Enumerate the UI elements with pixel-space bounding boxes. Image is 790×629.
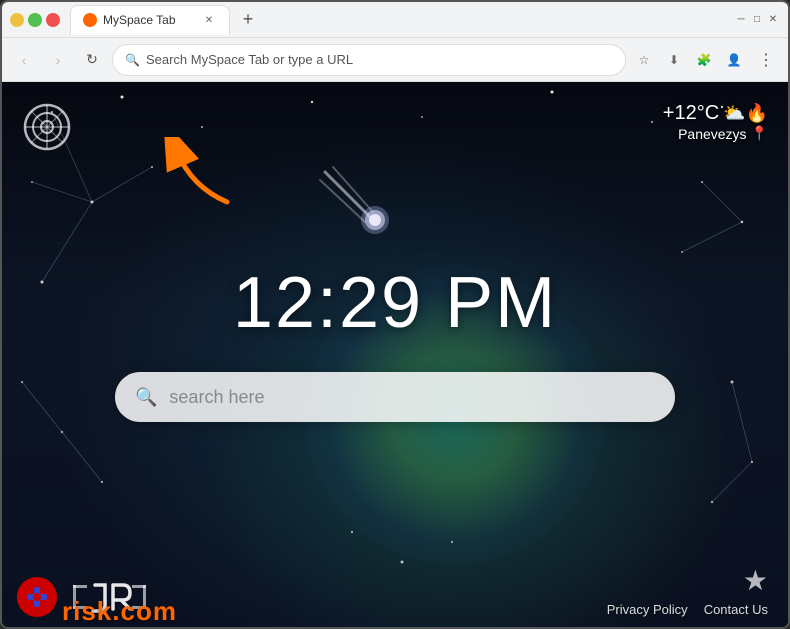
minimize-button[interactable]	[10, 13, 24, 27]
risk-watermark: risk.com	[62, 596, 177, 627]
contact-us-link[interactable]: Contact Us	[704, 602, 768, 617]
search-bar[interactable]: 🔍 search here	[115, 372, 675, 422]
search-prefix-icon: 🔍	[125, 53, 140, 67]
maximize-button[interactable]	[28, 13, 42, 27]
extensions-button[interactable]: 🧩	[692, 48, 716, 72]
bookmark-button[interactable]: ☆	[632, 48, 656, 72]
address-bar[interactable]: 🔍 Search MySpace Tab or type a URL	[112, 44, 626, 76]
download-button[interactable]: ⬇	[662, 48, 686, 72]
maximize-icon[interactable]: □	[750, 13, 764, 27]
star-icon: ★	[743, 564, 768, 597]
tab-favicon	[83, 13, 97, 27]
weather-temperature: +12°C ⛅🔥	[663, 102, 768, 125]
privacy-policy-link[interactable]: Privacy Policy	[607, 602, 688, 617]
search-placeholder: search here	[169, 387, 655, 408]
footer-links: Privacy Policy Contact Us	[607, 602, 768, 617]
close-button[interactable]	[46, 13, 60, 27]
window-right-controls: ─ □ ✕	[734, 13, 780, 27]
forward-button[interactable]: ›	[44, 46, 72, 74]
refresh-button[interactable]: ↻	[78, 46, 106, 74]
weather-widget: +12°C ⛅🔥 Panevezys 📍	[663, 102, 768, 142]
logo-top-left	[22, 102, 72, 152]
cloud-icon: ⛅🔥	[723, 103, 768, 124]
menu-button[interactable]: ⋮	[752, 46, 780, 74]
title-bar: MySpace Tab ✕ + ─ □ ✕	[2, 2, 788, 38]
page-content: +12°C ⛅🔥 Panevezys 📍 12:29 PM 🔍 search h…	[2, 82, 788, 627]
active-tab[interactable]: MySpace Tab ✕	[70, 5, 230, 35]
location-pin-icon: 📍	[751, 125, 768, 142]
tab-area: MySpace Tab ✕ + ─ □ ✕	[70, 5, 780, 35]
time-display: 12:29 PM	[233, 262, 557, 344]
tab-close-button[interactable]: ✕	[201, 12, 217, 28]
tab-label: MySpace Tab	[103, 13, 195, 27]
back-button[interactable]: ‹	[10, 46, 38, 74]
address-text: Search MySpace Tab or type a URL	[146, 52, 613, 67]
search-icon: 🔍	[135, 387, 157, 408]
comet-icon	[315, 162, 395, 256]
arrow-annotation	[162, 137, 242, 207]
browser-window: MySpace Tab ✕ + ─ □ ✕ ‹ › ↻ 🔍 Search MyS…	[0, 0, 790, 629]
new-tab-button[interactable]: +	[234, 6, 262, 34]
logo-circle-icon	[17, 577, 57, 617]
window-controls	[10, 13, 60, 27]
minimize-icon[interactable]: ─	[734, 13, 748, 27]
weather-city: Panevezys 📍	[663, 125, 768, 142]
nav-bar: ‹ › ↻ 🔍 Search MySpace Tab or type a URL…	[2, 38, 788, 82]
close-icon[interactable]: ✕	[766, 13, 780, 27]
profile-button[interactable]: 👤	[722, 48, 746, 72]
